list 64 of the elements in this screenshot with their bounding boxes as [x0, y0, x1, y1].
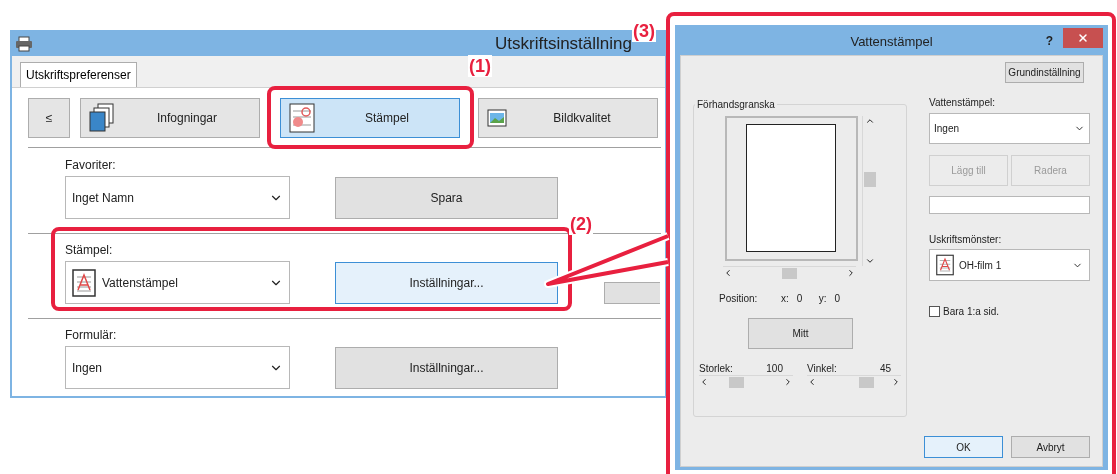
slider-track[interactable]: [699, 375, 793, 388]
category-button[interactable]: Bildkvalitet: [478, 98, 658, 138]
chevron-up-icon: [864, 116, 875, 126]
y-value: 0: [834, 292, 841, 306]
printer-icon: [15, 36, 33, 52]
help-button[interactable]: ?: [1045, 32, 1053, 50]
category-button[interactable]: Stämpel: [280, 98, 460, 138]
dialog-button[interactable]: Avbryt: [1011, 436, 1090, 458]
stamp-document-icon: [289, 103, 315, 133]
horizontal-scrollbar[interactable]: [723, 266, 856, 279]
slider-track[interactable]: [807, 375, 901, 388]
watermark-dropdown[interactable]: Ingen: [929, 113, 1090, 144]
close-icon: [1077, 32, 1089, 44]
pages-icon: [89, 103, 115, 133]
scroll-thumb[interactable]: [863, 172, 876, 187]
y-label: y:: [818, 292, 827, 306]
slider-label: Storlek:: [699, 362, 733, 375]
slider-thumb[interactable]: [858, 377, 874, 388]
watermark-document-icon: [72, 268, 96, 297]
partial-button[interactable]: [604, 281, 660, 304]
settings-button[interactable]: Spara: [335, 176, 558, 219]
field-label: Vattenstämpel:: [929, 96, 996, 110]
chevron-right-icon: [846, 268, 856, 278]
dialog-button[interactable]: OK: [924, 436, 1003, 458]
field-label: Formulär:: [65, 327, 118, 342]
group-title: Förhandsgranska: [696, 98, 776, 112]
field-label: Stämpel:: [65, 242, 114, 257]
vertical-scrollbar[interactable]: [862, 116, 876, 266]
x-label: x:: [781, 292, 789, 306]
step-number: (1): [468, 55, 492, 77]
chevron-right-icon: [783, 377, 793, 387]
dialog-title: Vattenstämpel: [850, 32, 933, 51]
dropdown[interactable]: Inget Namn: [65, 176, 290, 219]
field-label: Uskriftsmönster:: [929, 233, 1003, 247]
chevron-left-icon: [699, 377, 709, 387]
settings-button[interactable]: Inställningar...: [335, 346, 558, 389]
position-label: Position:: [719, 292, 759, 306]
checkbox[interactable]: [929, 306, 940, 317]
reset-button[interactable]: Grundinställning: [1005, 62, 1084, 83]
slider-value: 100: [766, 362, 783, 375]
center-button[interactable]: Mitt: [748, 318, 853, 349]
chevron-left-icon: [723, 268, 733, 278]
scroll-thumb[interactable]: [782, 267, 797, 279]
checkbox-label: Bara 1:a sid.: [943, 305, 1000, 319]
dropdown[interactable]: Ingen: [65, 346, 290, 389]
watermark-document-icon: [936, 254, 954, 276]
picture-icon: [487, 109, 507, 127]
pattern-dropdown[interactable]: OH-film 1: [929, 249, 1090, 281]
chevron-right-icon: [891, 377, 901, 387]
tab[interactable]: Utskriftspreferenser: [20, 62, 137, 87]
settings-button[interactable]: Inställningar...: [335, 261, 558, 304]
dropdown[interactable]: Vattenstämpel: [65, 261, 290, 304]
slider-label: Vinkel:: [807, 362, 837, 375]
watermark-text-field[interactable]: [929, 196, 1090, 214]
back-button[interactable]: ≤: [28, 98, 70, 138]
slider-value: 45: [879, 362, 891, 375]
window-title: Utskriftsinställning: [495, 33, 632, 56]
x-value: 0: [796, 292, 804, 306]
chevron-down-icon: [864, 256, 875, 266]
field-label: Favoriter:: [65, 157, 117, 172]
slider-thumb[interactable]: [729, 377, 745, 388]
close-button[interactable]: [1063, 28, 1103, 48]
category-button[interactable]: Infogningar: [80, 98, 260, 138]
chevron-left-icon: [807, 377, 817, 387]
